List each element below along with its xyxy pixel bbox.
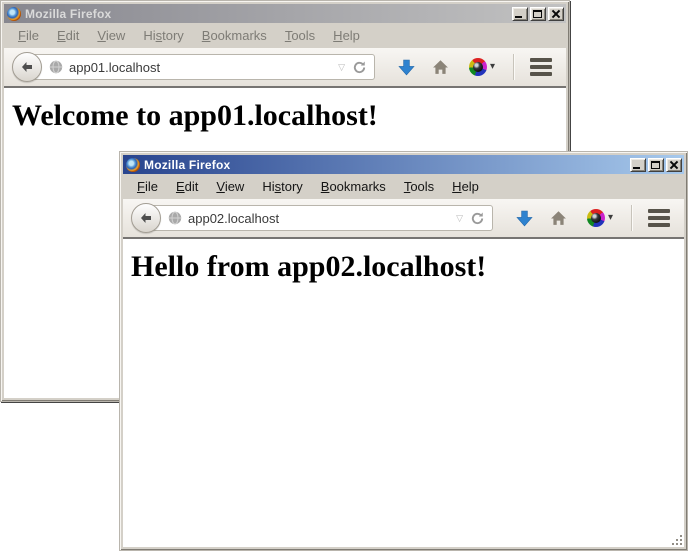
window-controls (630, 158, 682, 172)
globe-icon (49, 60, 63, 74)
minimize-button[interactable] (512, 7, 528, 21)
maximize-icon (651, 161, 660, 169)
resize-grip[interactable] (670, 533, 682, 545)
download-button[interactable] (509, 203, 539, 233)
menu-tools[interactable]: Tools (395, 177, 443, 196)
maximize-icon (533, 10, 542, 18)
download-icon (398, 59, 415, 76)
menu-file[interactable]: File (128, 177, 167, 196)
url-text[interactable]: app02.localhost (188, 211, 279, 226)
home-icon (432, 59, 449, 76)
urlbar-dropdown-icon[interactable]: ▽ (338, 63, 345, 72)
home-button[interactable] (543, 203, 573, 233)
menu-view[interactable]: View (88, 26, 134, 45)
back-icon (19, 59, 35, 75)
url-text[interactable]: app01.localhost (69, 60, 160, 75)
url-bar[interactable]: app01.localhost ▽ (26, 54, 375, 80)
window-title: Mozilla Firefox (25, 7, 111, 21)
minimize-icon (515, 16, 522, 18)
page-heading: Hello from app02.localhost! (123, 250, 684, 284)
reload-icon (352, 60, 367, 75)
globe-icon (168, 211, 182, 225)
navigation-toolbar: app01.localhost ▽ ▾ (4, 48, 566, 88)
menu-help[interactable]: Help (324, 26, 369, 45)
toolbar-separator (513, 54, 514, 80)
back-icon (138, 210, 154, 226)
firefox-icon (126, 158, 140, 172)
maximize-button[interactable] (648, 158, 664, 172)
menu-history[interactable]: History (253, 177, 311, 196)
menu-help[interactable]: Help (443, 177, 488, 196)
page-content: Hello from app02.localhost! (123, 239, 684, 547)
menu-bar: File Edit View History Bookmarks Tools H… (123, 174, 684, 199)
chevron-down-icon: ▾ (608, 213, 613, 223)
menu-edit[interactable]: Edit (48, 26, 88, 45)
firefox-icon (7, 7, 21, 21)
navigation-toolbar: app02.localhost ▽ ▾ (123, 199, 684, 239)
url-bar[interactable]: app02.localhost ▽ (145, 205, 493, 231)
page-heading: Welcome to app01.localhost! (4, 99, 566, 133)
reload-button[interactable] (352, 60, 367, 75)
back-button[interactable] (12, 52, 42, 82)
addon-button[interactable]: ▾ (579, 203, 621, 233)
chevron-down-icon: ▾ (490, 62, 495, 72)
color-wheel-icon (587, 209, 605, 227)
titlebar[interactable]: Mozilla Firefox (4, 4, 566, 23)
window-title: Mozilla Firefox (144, 158, 230, 172)
download-icon (516, 210, 533, 227)
maximize-button[interactable] (530, 7, 546, 21)
titlebar[interactable]: Mozilla Firefox (123, 155, 684, 174)
menu-bookmarks[interactable]: Bookmarks (312, 177, 395, 196)
home-button[interactable] (425, 52, 455, 82)
reload-button[interactable] (470, 211, 485, 226)
menu-bookmarks[interactable]: Bookmarks (193, 26, 276, 45)
menu-bar: File Edit View History Bookmarks Tools H… (4, 23, 566, 48)
close-button[interactable] (548, 7, 564, 21)
home-icon (550, 210, 567, 227)
menu-history[interactable]: History (134, 26, 192, 45)
window-controls (512, 7, 564, 21)
urlbar-dropdown-icon[interactable]: ▽ (456, 214, 463, 223)
toolbar-separator (631, 205, 632, 231)
reload-icon (470, 211, 485, 226)
close-button[interactable] (666, 158, 682, 172)
open-menu-button[interactable] (526, 52, 556, 82)
menu-edit[interactable]: Edit (167, 177, 207, 196)
menu-tools[interactable]: Tools (276, 26, 324, 45)
open-menu-button[interactable] (644, 203, 674, 233)
browser-window-app02: Mozilla Firefox File Edit View History B… (119, 151, 688, 551)
addon-button[interactable]: ▾ (461, 52, 503, 82)
hamburger-menu-icon (648, 209, 670, 213)
close-icon (551, 10, 561, 18)
back-button[interactable] (131, 203, 161, 233)
menu-view[interactable]: View (207, 177, 253, 196)
minimize-icon (633, 167, 640, 169)
menu-file[interactable]: File (9, 26, 48, 45)
color-wheel-icon (469, 58, 487, 76)
close-icon (669, 161, 679, 169)
minimize-button[interactable] (630, 158, 646, 172)
download-button[interactable] (391, 52, 421, 82)
hamburger-menu-icon (530, 58, 552, 62)
